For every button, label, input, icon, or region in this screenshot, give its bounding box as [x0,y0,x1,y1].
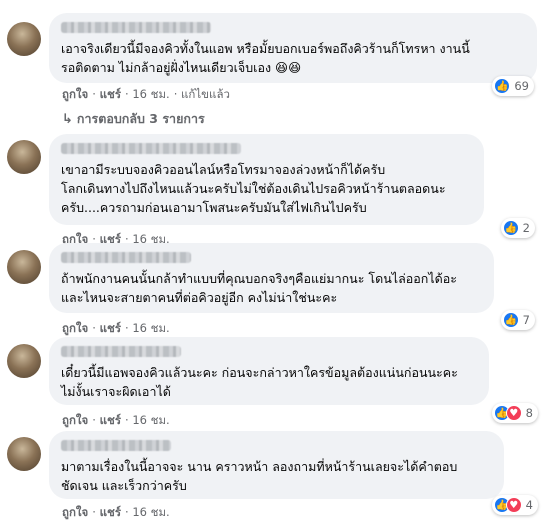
share-button[interactable]: แชร์ [100,505,121,519]
reaction-count: 2 [522,221,530,235]
avatar[interactable] [7,250,41,284]
share-button[interactable]: แชร์ [100,413,121,427]
comment-text: เอาจริงเดียวนี้มีจองคิวทั้งในแอพ หรือมั้… [61,41,470,75]
avatar[interactable] [7,437,41,471]
separator: · [173,87,182,101]
share-button[interactable]: แชร์ [100,87,121,101]
commenter-name[interactable] [61,143,241,154]
comment-text: มาตามเรื่องในนี้อาจจะ นาน คราวหน้า ลองถา… [61,459,458,493]
thumbs-up-icon: 👍 [494,78,511,94]
comment-bubble: เขาอามีระบบจองคิวออนไลน์หรือโทรมาจองล่วง… [49,134,484,225]
heart-icon: ♥ [505,497,522,513]
separator: · [92,321,100,335]
commenter-name[interactable] [61,22,211,33]
commenter-name[interactable] [61,440,171,451]
thumbs-up-icon: 👍 [502,220,519,236]
timestamp[interactable]: 16 ชม. [132,505,169,519]
share-button[interactable]: แชร์ [100,321,121,335]
like-button[interactable]: ถูกใจ [62,413,88,427]
comment-actions: ถูกใจ · แชร์ · 16 ชม. [62,412,170,430]
reaction-summary[interactable]: 👍 7 [500,310,535,330]
comment-actions: ถูกใจ · แชร์ · 16 ชม. · แก้ไขแล้ว [62,86,230,104]
comment-actions: ถูกใจ · แชร์ · 16 ชม. [62,320,170,338]
reaction-count: 7 [522,313,530,327]
timestamp[interactable]: 16 ชม. [132,413,169,427]
commenter-name[interactable] [61,252,191,263]
comment-actions: ถูกใจ · แชร์ · 16 ชม. [62,504,170,522]
reaction-count: 4 [525,498,533,512]
comment-bubble: เดี๋ยวนี้มีแอพจองคิวแล้วนะคะ ก่อนจะกล่าว… [49,337,489,405]
reaction-summary[interactable]: 👍 ♥ 4 [491,495,538,515]
reaction-summary[interactable]: 👍 ♥ 8 [491,403,538,423]
reply-arrow-icon: ↳ [62,112,73,127]
reaction-summary[interactable]: 👍 2 [500,218,535,238]
comment-text: เขาอามีระบบจองคิวออนไลน์หรือโทรมาจองล่วง… [61,162,446,215]
reaction-summary[interactable]: 👍 69 [492,76,534,96]
separator: · [92,87,100,101]
edited-label[interactable]: แก้ไขแล้ว [181,87,230,101]
comment-bubble: ถ้าพนักงานคนนั้นกล้าทำแบบที่คุณบอกจริงๆค… [49,243,494,313]
view-replies-link[interactable]: ↳ การตอบกลับ 3 รายการ [62,109,205,129]
comment-bubble: เอาจริงเดียวนี้มีจองคิวทั้งในแอพ หรือมั้… [49,13,537,83]
comment-text: เดี๋ยวนี้มีแอพจองคิวแล้วนะคะ ก่อนจะกล่าว… [61,365,458,399]
thumbs-up-icon: 👍 [502,312,519,328]
separator: · [92,413,100,427]
timestamp[interactable]: 16 ชม. [132,321,169,335]
reaction-count: 8 [525,406,533,420]
heart-icon: ♥ [505,405,522,421]
commenter-name[interactable] [61,346,181,357]
like-button[interactable]: ถูกใจ [62,87,88,101]
like-button[interactable]: ถูกใจ [62,321,88,335]
avatar[interactable] [7,344,41,378]
separator: · [92,505,100,519]
replies-label: การตอบกลับ 3 รายการ [76,111,205,126]
comment-bubble: มาตามเรื่องในนี้อาจจะ นาน คราวหน้า ลองถา… [49,431,504,499]
avatar[interactable] [7,140,41,174]
reaction-count: 69 [514,79,529,93]
avatar[interactable] [7,22,41,56]
timestamp[interactable]: 16 ชม. [132,87,169,101]
like-button[interactable]: ถูกใจ [62,505,88,519]
comment-text: ถ้าพนักงานคนนั้นกล้าทำแบบที่คุณบอกจริงๆค… [61,271,457,305]
